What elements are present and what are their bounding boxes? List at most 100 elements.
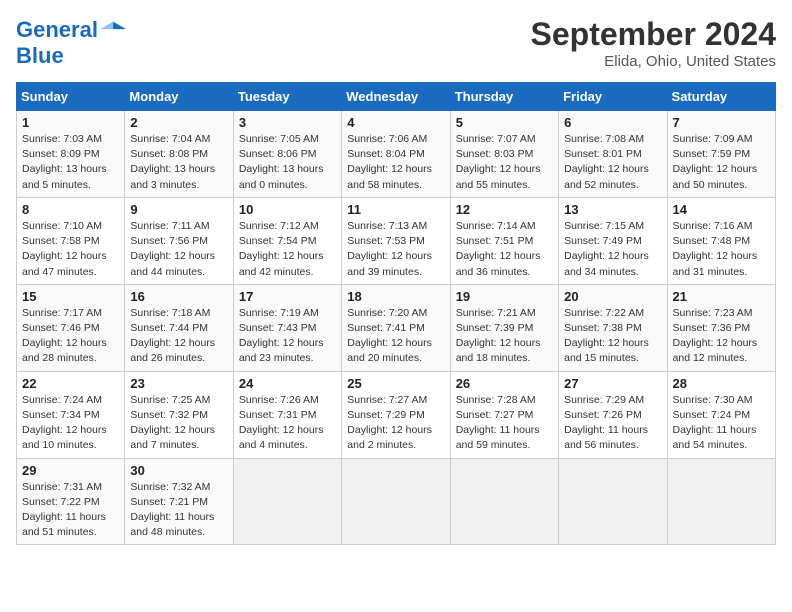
day-info: Sunrise: 7:15 AM Sunset: 7:49 PM Dayligh… (564, 219, 661, 280)
day-number: 21 (673, 289, 770, 304)
day-number: 25 (347, 376, 444, 391)
table-row: 16 Sunrise: 7:18 AM Sunset: 7:44 PM Dayl… (125, 284, 233, 371)
day-number: 29 (22, 463, 119, 478)
table-row (342, 458, 450, 545)
day-info: Sunrise: 7:27 AM Sunset: 7:29 PM Dayligh… (347, 393, 444, 454)
day-number: 23 (130, 376, 227, 391)
table-row: 21 Sunrise: 7:23 AM Sunset: 7:36 PM Dayl… (667, 284, 775, 371)
day-info: Sunrise: 7:25 AM Sunset: 7:32 PM Dayligh… (130, 393, 227, 454)
day-number: 26 (456, 376, 553, 391)
col-wednesday: Wednesday (342, 83, 450, 111)
day-info: Sunrise: 7:24 AM Sunset: 7:34 PM Dayligh… (22, 393, 119, 454)
table-row: 10 Sunrise: 7:12 AM Sunset: 7:54 PM Dayl… (233, 197, 341, 284)
table-row (450, 458, 558, 545)
day-number: 24 (239, 376, 336, 391)
day-info: Sunrise: 7:20 AM Sunset: 7:41 PM Dayligh… (347, 306, 444, 367)
day-info: Sunrise: 7:21 AM Sunset: 7:39 PM Dayligh… (456, 306, 553, 367)
day-info: Sunrise: 7:29 AM Sunset: 7:26 PM Dayligh… (564, 393, 661, 454)
table-row: 14 Sunrise: 7:16 AM Sunset: 7:48 PM Dayl… (667, 197, 775, 284)
table-row: 8 Sunrise: 7:10 AM Sunset: 7:58 PM Dayli… (17, 197, 125, 284)
table-row: 25 Sunrise: 7:27 AM Sunset: 7:29 PM Dayl… (342, 371, 450, 458)
day-number: 16 (130, 289, 227, 304)
day-number: 19 (456, 289, 553, 304)
day-info: Sunrise: 7:23 AM Sunset: 7:36 PM Dayligh… (673, 306, 770, 367)
day-number: 9 (130, 202, 227, 217)
table-row: 22 Sunrise: 7:24 AM Sunset: 7:34 PM Dayl… (17, 371, 125, 458)
day-number: 20 (564, 289, 661, 304)
day-info: Sunrise: 7:04 AM Sunset: 8:08 PM Dayligh… (130, 132, 227, 193)
day-number: 15 (22, 289, 119, 304)
table-row: 26 Sunrise: 7:28 AM Sunset: 7:27 PM Dayl… (450, 371, 558, 458)
table-row: 7 Sunrise: 7:09 AM Sunset: 7:59 PM Dayli… (667, 111, 775, 198)
table-row: 29 Sunrise: 7:31 AM Sunset: 7:22 PM Dayl… (17, 458, 125, 545)
calendar-week-row: 22 Sunrise: 7:24 AM Sunset: 7:34 PM Dayl… (17, 371, 776, 458)
table-row: 3 Sunrise: 7:05 AM Sunset: 8:06 PM Dayli… (233, 111, 341, 198)
day-number: 2 (130, 115, 227, 130)
table-row: 19 Sunrise: 7:21 AM Sunset: 7:39 PM Dayl… (450, 284, 558, 371)
table-row: 17 Sunrise: 7:19 AM Sunset: 7:43 PM Dayl… (233, 284, 341, 371)
table-row (559, 458, 667, 545)
table-row: 23 Sunrise: 7:25 AM Sunset: 7:32 PM Dayl… (125, 371, 233, 458)
day-number: 3 (239, 115, 336, 130)
table-row: 11 Sunrise: 7:13 AM Sunset: 7:53 PM Dayl… (342, 197, 450, 284)
col-friday: Friday (559, 83, 667, 111)
day-info: Sunrise: 7:26 AM Sunset: 7:31 PM Dayligh… (239, 393, 336, 454)
day-number: 10 (239, 202, 336, 217)
day-number: 11 (347, 202, 444, 217)
day-number: 6 (564, 115, 661, 130)
day-info: Sunrise: 7:03 AM Sunset: 8:09 PM Dayligh… (22, 132, 119, 193)
day-number: 4 (347, 115, 444, 130)
day-number: 14 (673, 202, 770, 217)
table-row: 13 Sunrise: 7:15 AM Sunset: 7:49 PM Dayl… (559, 197, 667, 284)
day-info: Sunrise: 7:18 AM Sunset: 7:44 PM Dayligh… (130, 306, 227, 367)
calendar-title: September 2024 (531, 16, 776, 53)
day-info: Sunrise: 7:11 AM Sunset: 7:56 PM Dayligh… (130, 219, 227, 280)
day-number: 12 (456, 202, 553, 217)
day-info: Sunrise: 7:16 AM Sunset: 7:48 PM Dayligh… (673, 219, 770, 280)
table-row: 27 Sunrise: 7:29 AM Sunset: 7:26 PM Dayl… (559, 371, 667, 458)
table-row: 5 Sunrise: 7:07 AM Sunset: 8:03 PM Dayli… (450, 111, 558, 198)
day-number: 7 (673, 115, 770, 130)
table-row: 9 Sunrise: 7:11 AM Sunset: 7:56 PM Dayli… (125, 197, 233, 284)
col-thursday: Thursday (450, 83, 558, 111)
table-row: 2 Sunrise: 7:04 AM Sunset: 8:08 PM Dayli… (125, 111, 233, 198)
day-number: 8 (22, 202, 119, 217)
logo-line2: Blue (16, 44, 128, 68)
day-info: Sunrise: 7:17 AM Sunset: 7:46 PM Dayligh… (22, 306, 119, 367)
day-info: Sunrise: 7:30 AM Sunset: 7:24 PM Dayligh… (673, 393, 770, 454)
calendar-week-row: 29 Sunrise: 7:31 AM Sunset: 7:22 PM Dayl… (17, 458, 776, 545)
day-info: Sunrise: 7:09 AM Sunset: 7:59 PM Dayligh… (673, 132, 770, 193)
table-row: 12 Sunrise: 7:14 AM Sunset: 7:51 PM Dayl… (450, 197, 558, 284)
table-row: 24 Sunrise: 7:26 AM Sunset: 7:31 PM Dayl… (233, 371, 341, 458)
table-row: 28 Sunrise: 7:30 AM Sunset: 7:24 PM Dayl… (667, 371, 775, 458)
day-number: 30 (130, 463, 227, 478)
logo-line1: General (16, 16, 128, 44)
col-tuesday: Tuesday (233, 83, 341, 111)
page-header: General Blue September 2024 Elida, Ohio,… (16, 16, 776, 70)
day-info: Sunrise: 7:22 AM Sunset: 7:38 PM Dayligh… (564, 306, 661, 367)
day-number: 27 (564, 376, 661, 391)
title-block: September 2024 Elida, Ohio, United State… (531, 16, 776, 70)
calendar-week-row: 15 Sunrise: 7:17 AM Sunset: 7:46 PM Dayl… (17, 284, 776, 371)
day-info: Sunrise: 7:19 AM Sunset: 7:43 PM Dayligh… (239, 306, 336, 367)
table-row (233, 458, 341, 545)
day-number: 17 (239, 289, 336, 304)
col-sunday: Sunday (17, 83, 125, 111)
day-number: 18 (347, 289, 444, 304)
day-info: Sunrise: 7:28 AM Sunset: 7:27 PM Dayligh… (456, 393, 553, 454)
day-info: Sunrise: 7:07 AM Sunset: 8:03 PM Dayligh… (456, 132, 553, 193)
day-info: Sunrise: 7:12 AM Sunset: 7:54 PM Dayligh… (239, 219, 336, 280)
table-row: 15 Sunrise: 7:17 AM Sunset: 7:46 PM Dayl… (17, 284, 125, 371)
day-number: 13 (564, 202, 661, 217)
day-info: Sunrise: 7:08 AM Sunset: 8:01 PM Dayligh… (564, 132, 661, 193)
day-info: Sunrise: 7:32 AM Sunset: 7:21 PM Dayligh… (130, 480, 227, 541)
table-row: 30 Sunrise: 7:32 AM Sunset: 7:21 PM Dayl… (125, 458, 233, 545)
day-number: 5 (456, 115, 553, 130)
calendar-table: Sunday Monday Tuesday Wednesday Thursday… (16, 82, 776, 545)
table-row: 1 Sunrise: 7:03 AM Sunset: 8:09 PM Dayli… (17, 111, 125, 198)
col-monday: Monday (125, 83, 233, 111)
day-number: 1 (22, 115, 119, 130)
calendar-week-row: 1 Sunrise: 7:03 AM Sunset: 8:09 PM Dayli… (17, 111, 776, 198)
calendar-header-row: Sunday Monday Tuesday Wednesday Thursday… (17, 83, 776, 111)
logo: General Blue (16, 16, 128, 68)
